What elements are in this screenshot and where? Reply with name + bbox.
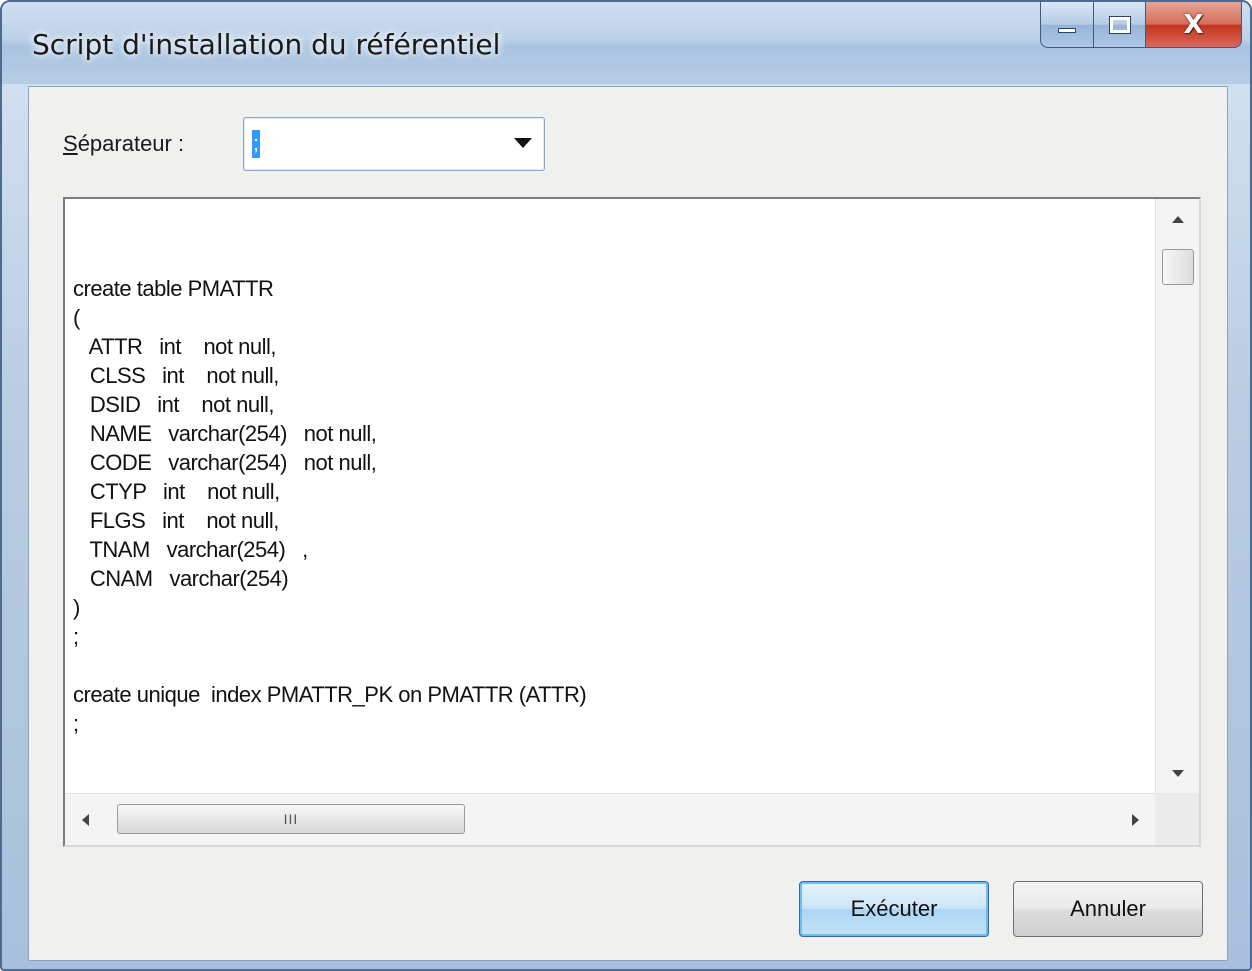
script-content[interactable]: create table PMATTR( ATTR int not null, … xyxy=(73,245,1149,789)
script-text-area[interactable]: create table PMATTR( ATTR int not null, … xyxy=(63,197,1201,847)
horizontal-scroll-thumb[interactable]: III xyxy=(117,804,465,834)
script-line: CTYP int not null, xyxy=(73,479,280,504)
script-line: NAME varchar(254) not null, xyxy=(73,421,377,446)
cancel-button[interactable]: Annuler xyxy=(1013,881,1203,937)
close-icon: X xyxy=(1183,9,1204,40)
script-line: ; xyxy=(73,711,79,736)
script-line: ; xyxy=(73,624,79,649)
caption-buttons: X xyxy=(1040,2,1242,50)
scroll-down-button[interactable] xyxy=(1156,753,1199,793)
script-line: CODE varchar(254) not null, xyxy=(73,450,377,475)
arrow-right-icon xyxy=(1131,814,1139,826)
separator-label-text: éparateur : xyxy=(77,131,185,156)
minimize-button[interactable] xyxy=(1040,2,1094,48)
script-line: ATTR int not null, xyxy=(73,334,277,359)
vertical-scroll-thumb[interactable] xyxy=(1162,249,1194,285)
scroll-up-button[interactable] xyxy=(1156,199,1199,239)
horizontal-scrollbar[interactable]: III xyxy=(65,793,1155,845)
arrow-up-icon xyxy=(1172,215,1184,223)
script-line: FLGS int not null, xyxy=(73,508,280,533)
scroll-thumb-grip-icon: III xyxy=(283,811,299,827)
vertical-scrollbar[interactable] xyxy=(1155,199,1199,793)
script-line: DSID int not null, xyxy=(73,392,275,417)
scroll-right-button[interactable] xyxy=(1115,794,1155,845)
title-bar[interactable]: Script d'installation du référentiel X xyxy=(2,2,1250,84)
arrow-left-icon xyxy=(81,814,89,826)
scroll-left-button[interactable] xyxy=(65,794,105,845)
window-title: Script d'installation du référentiel xyxy=(32,28,501,61)
dialog-client-area: Séparateur : ; create table PMATTR ( ATTR… xyxy=(28,86,1228,961)
script-line: ) xyxy=(73,595,80,620)
scrollbar-corner xyxy=(1155,793,1199,845)
script-line: ( xyxy=(73,305,80,330)
maximize-button[interactable] xyxy=(1094,2,1146,48)
script-line: TNAM varchar(254) , xyxy=(73,537,308,562)
script-line: CNAM varchar(254) xyxy=(73,566,289,591)
separator-combobox[interactable]: ; xyxy=(243,117,545,171)
dialog-window: Script d'installation du référentiel X S… xyxy=(0,0,1252,971)
maximize-icon xyxy=(1108,15,1131,34)
separator-label-mnemonic: S xyxy=(63,131,78,156)
script-line: CLSS int not null, xyxy=(73,363,280,388)
close-button[interactable]: X xyxy=(1146,2,1242,48)
chevron-down-icon[interactable] xyxy=(514,138,532,148)
script-line xyxy=(73,245,1149,274)
script-line xyxy=(73,651,1149,680)
execute-button[interactable]: Exécuter xyxy=(799,881,989,937)
separator-label: Séparateur : xyxy=(63,131,184,157)
script-line: create unique index PMATTR_PK on PMATTR … xyxy=(73,682,587,707)
script-line: create table PMATTR xyxy=(73,276,274,301)
arrow-down-icon xyxy=(1172,769,1184,777)
minimize-icon xyxy=(1058,28,1076,33)
separator-value: ; xyxy=(252,130,260,158)
